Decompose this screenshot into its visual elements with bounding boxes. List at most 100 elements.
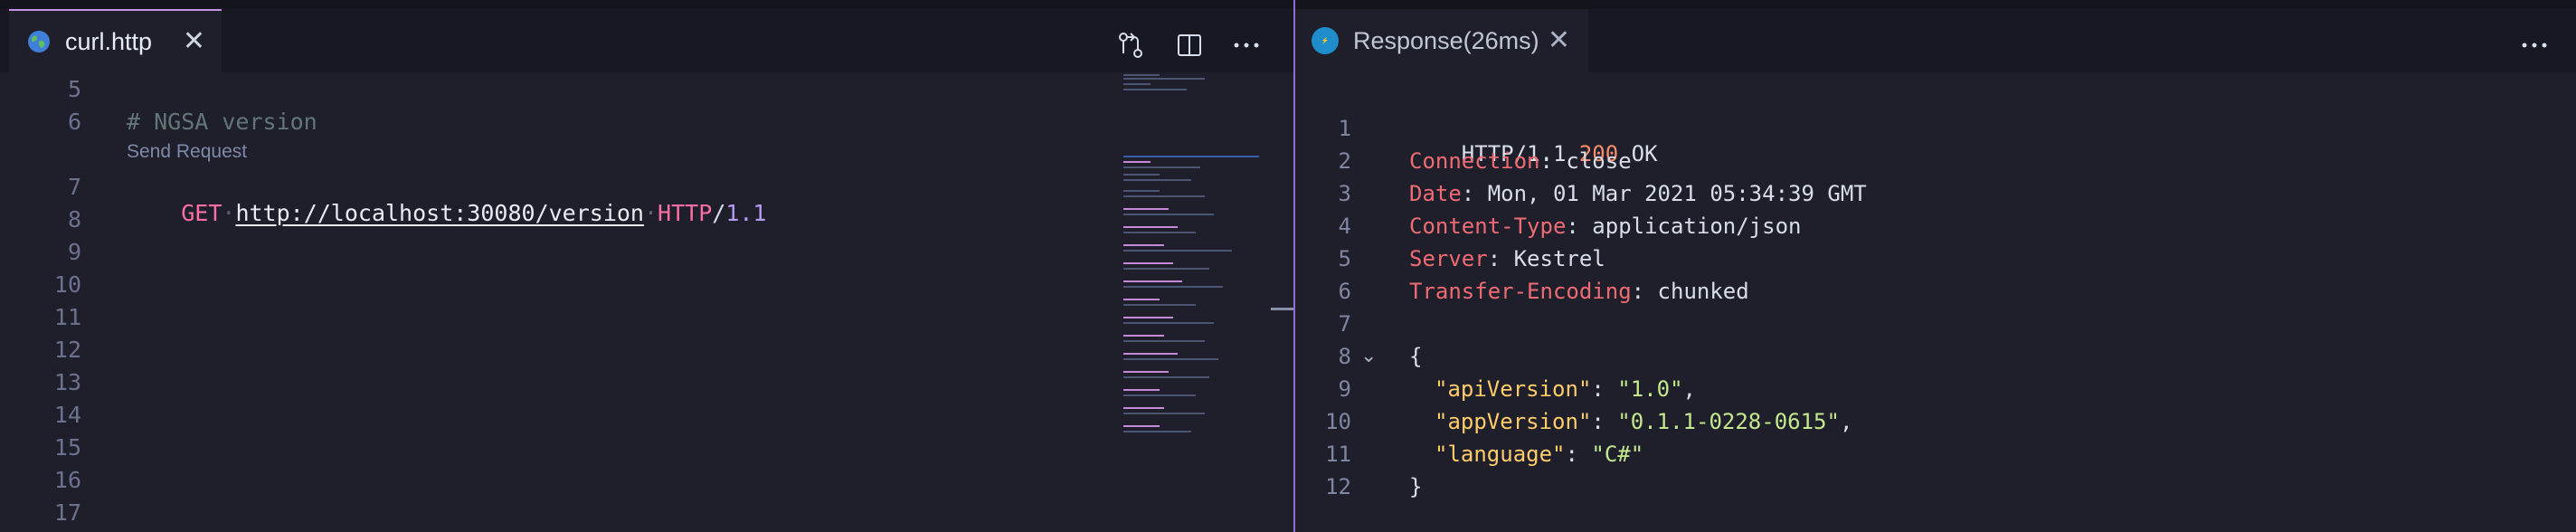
header-key: Server xyxy=(1409,246,1488,271)
minimap-line xyxy=(1123,268,1209,270)
close-icon[interactable]: ✕ xyxy=(183,28,205,55)
minimap-line xyxy=(1123,317,1173,318)
minimap-line xyxy=(1123,244,1164,246)
line-number: 11 xyxy=(1325,442,1351,467)
http-method: GET xyxy=(181,200,223,226)
tab-label: Response(26ms) xyxy=(1353,26,1539,54)
minimap-line xyxy=(1123,214,1214,215)
close-icon[interactable]: ✕ xyxy=(1548,27,1570,54)
json-comma: , xyxy=(1682,376,1696,402)
rest-client-badge-icon: ⚡ xyxy=(1312,27,1339,54)
left-editor-group: curl.http ✕ 5 6 7 8 9 10 11 12 13 14 15 … xyxy=(0,0,1293,532)
minimap-line xyxy=(1123,335,1164,337)
line-number: 10 xyxy=(53,271,81,298)
minimap-line xyxy=(1123,394,1196,396)
line-number: 15 xyxy=(53,434,81,461)
json-separator: : xyxy=(1591,409,1618,434)
header-line: Transfer-Encoding: chunked xyxy=(1409,279,1749,304)
more-actions-icon[interactable] xyxy=(1228,27,1264,63)
json-line: "language": "C#" xyxy=(1435,442,1643,467)
right-editor-group: ⚡ Response(26ms) ✕ 1 2 3 4 5 6 7 8 9 10 … xyxy=(1295,0,2576,532)
scrollbar-marker[interactable] xyxy=(1271,308,1293,310)
minimap-line xyxy=(1123,407,1164,409)
minimap-line xyxy=(1123,195,1205,197)
left-tab-bar: curl.http ✕ xyxy=(0,0,1293,72)
split-editor-icon[interactable] xyxy=(1171,27,1208,63)
request-line: GET·http://localhost:30080/version·HTTP/… xyxy=(181,200,767,226)
json-separator: : xyxy=(1591,376,1618,402)
minimap-line xyxy=(1123,431,1191,432)
tab-response[interactable]: ⚡ Response(26ms) ✕ xyxy=(1295,9,1588,72)
more-actions-icon[interactable] xyxy=(2516,27,2552,63)
open-changes-icon[interactable] xyxy=(1113,27,1149,63)
header-key: Transfer-Encoding xyxy=(1409,279,1632,304)
json-close-brace: } xyxy=(1409,474,1423,499)
line-number: 8 xyxy=(67,206,81,233)
line-number: 14 xyxy=(53,402,81,428)
minimap-line xyxy=(1123,299,1160,300)
line-number: 11 xyxy=(53,304,81,330)
json-line: "apiVersion": "1.0", xyxy=(1435,376,1696,402)
line-number: 9 xyxy=(67,239,81,265)
minimap-line xyxy=(1123,74,1160,76)
tab-curl-http[interactable]: curl.http ✕ xyxy=(9,9,222,72)
minimap-line xyxy=(1123,340,1205,342)
header-line: Content-Type: application/json xyxy=(1409,214,1801,239)
json-open-brace: { xyxy=(1409,344,1423,369)
minimap-line xyxy=(1123,371,1169,373)
minimap-line xyxy=(1123,376,1209,378)
protocol-slash: / xyxy=(712,200,726,226)
minimap-line xyxy=(1123,413,1205,414)
json-value: "C#" xyxy=(1591,442,1644,467)
minimap-line xyxy=(1123,83,1151,85)
header-line: Server: Kestrel xyxy=(1409,246,1605,271)
minimap-line xyxy=(1123,286,1223,288)
minimap-line xyxy=(1123,250,1232,252)
json-value: "1.0" xyxy=(1617,376,1683,402)
line-number: 8 xyxy=(1338,344,1351,369)
minimap-line xyxy=(1123,174,1160,176)
minimap-line xyxy=(1123,280,1182,282)
minimap-line xyxy=(1123,322,1214,324)
protocol-version: 1.1 xyxy=(725,200,767,226)
line-number: 6 xyxy=(67,109,81,135)
header-value: : Kestrel xyxy=(1487,246,1605,271)
comment-line: # NGSA version xyxy=(127,109,317,135)
chevron-down-icon[interactable]: ⌄ xyxy=(1360,344,1377,367)
line-number: 7 xyxy=(1338,311,1351,337)
header-key: Content-Type xyxy=(1409,214,1567,239)
line-number: 5 xyxy=(67,76,81,102)
header-key: Date xyxy=(1409,181,1462,206)
json-key: "language" xyxy=(1435,442,1566,467)
header-value: : Mon, 01 Mar 2021 05:34:39 GMT xyxy=(1461,181,1867,206)
globe-icon xyxy=(28,31,50,52)
minimap-line xyxy=(1123,358,1218,360)
minimap[interactable] xyxy=(1120,72,1264,452)
line-number: 9 xyxy=(1338,376,1351,402)
line-number: 16 xyxy=(53,467,81,493)
header-key: Connection xyxy=(1409,148,1540,174)
minimap-line xyxy=(1123,226,1178,228)
json-value: "0.1.1-0228-0615" xyxy=(1617,409,1840,434)
line-number: 13 xyxy=(53,369,81,395)
header-value: : chunked xyxy=(1631,279,1749,304)
line-number: 7 xyxy=(67,174,81,200)
line-number: 12 xyxy=(53,337,81,363)
minimap-line xyxy=(1123,353,1178,355)
minimap-line xyxy=(1123,208,1169,210)
minimap-line xyxy=(1123,156,1259,157)
json-separator: : xyxy=(1565,442,1592,467)
minimap-line xyxy=(1123,190,1160,192)
minimap-line xyxy=(1123,161,1151,163)
line-number: 4 xyxy=(1338,214,1351,239)
minimap-line xyxy=(1123,425,1160,427)
json-line: "appVersion": "0.1.1-0228-0615", xyxy=(1435,409,1852,434)
line-number: 12 xyxy=(1325,474,1351,499)
line-number: 17 xyxy=(53,499,81,526)
send-request-link[interactable]: Send Request xyxy=(127,141,247,163)
line-number: 10 xyxy=(1325,409,1351,434)
minimap-line xyxy=(1123,89,1187,90)
json-key: "appVersion" xyxy=(1435,409,1592,434)
request-url[interactable]: http://localhost:30080/version xyxy=(235,200,644,226)
header-line: Date: Mon, 01 Mar 2021 05:34:39 GMT xyxy=(1409,181,1867,206)
